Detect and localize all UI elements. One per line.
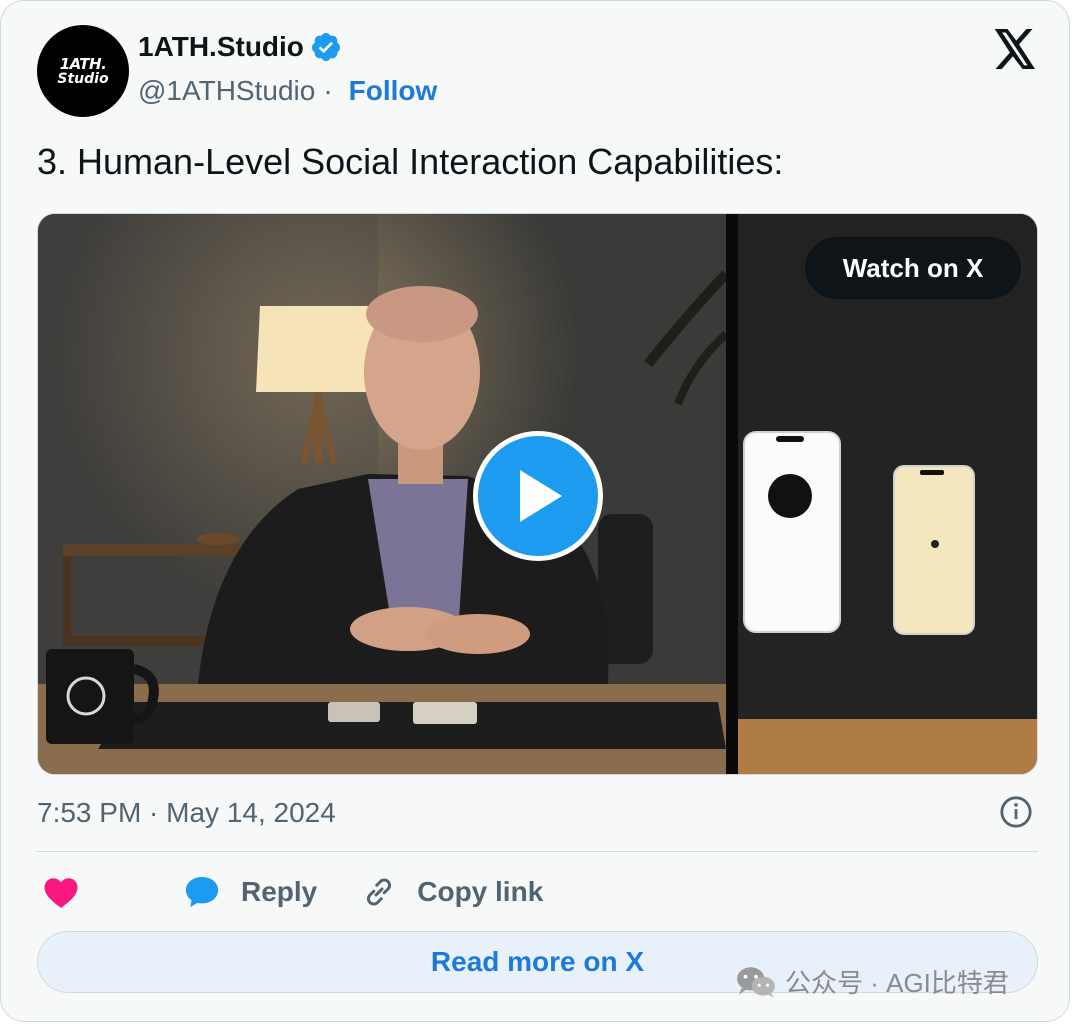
reply-label: Reply [241,876,318,907]
reply-bubble-icon [185,876,219,908]
author-name-row: 1ATH.Studio [138,31,342,63]
tweet-timestamp[interactable]: 7:53 PM · May 14, 2024 [37,797,336,829]
author-handle-row: @1ATHStudio · Follow [138,75,437,107]
play-icon [520,470,562,522]
author-avatar[interactable]: 1ATH. Studio [37,25,129,117]
play-button[interactable] [473,431,603,561]
link-chain-icon [367,878,392,906]
reply-button[interactable]: Reply [183,873,317,911]
avatar-logo-text: 1ATH. [59,54,107,73]
like-heart-icon[interactable] [43,875,79,909]
separator-dot: · [323,75,333,106]
copy-link-label: Copy link [417,876,544,907]
author-name[interactable]: 1ATH.Studio [138,31,304,63]
embedded-tweet-card: 1ATH. Studio 1ATH.Studio @1ATHStudio · F… [0,0,1070,1022]
copy-link-button[interactable]: Copy link [361,874,543,910]
wechat-icon [737,966,775,998]
x-logo-icon[interactable] [993,29,1037,69]
wechat-watermark: 公众号 · AGI比特君 [735,963,1009,1000]
info-icon[interactable] [999,795,1033,829]
action-bar: Reply Copy link [37,867,543,917]
author-handle[interactable]: @1ATHStudio [138,75,315,107]
watch-on-x-button[interactable]: Watch on X [805,237,1021,299]
watermark-text: 公众号 · AGI比特君 [785,968,1009,998]
tweet-text: 3. Human-Level Social Interaction Capabi… [37,141,784,182]
follow-button[interactable]: Follow [349,75,438,107]
verified-badge-icon [311,33,340,61]
divider [37,851,1038,852]
avatar-logo-text-2: Studio [57,70,109,87]
